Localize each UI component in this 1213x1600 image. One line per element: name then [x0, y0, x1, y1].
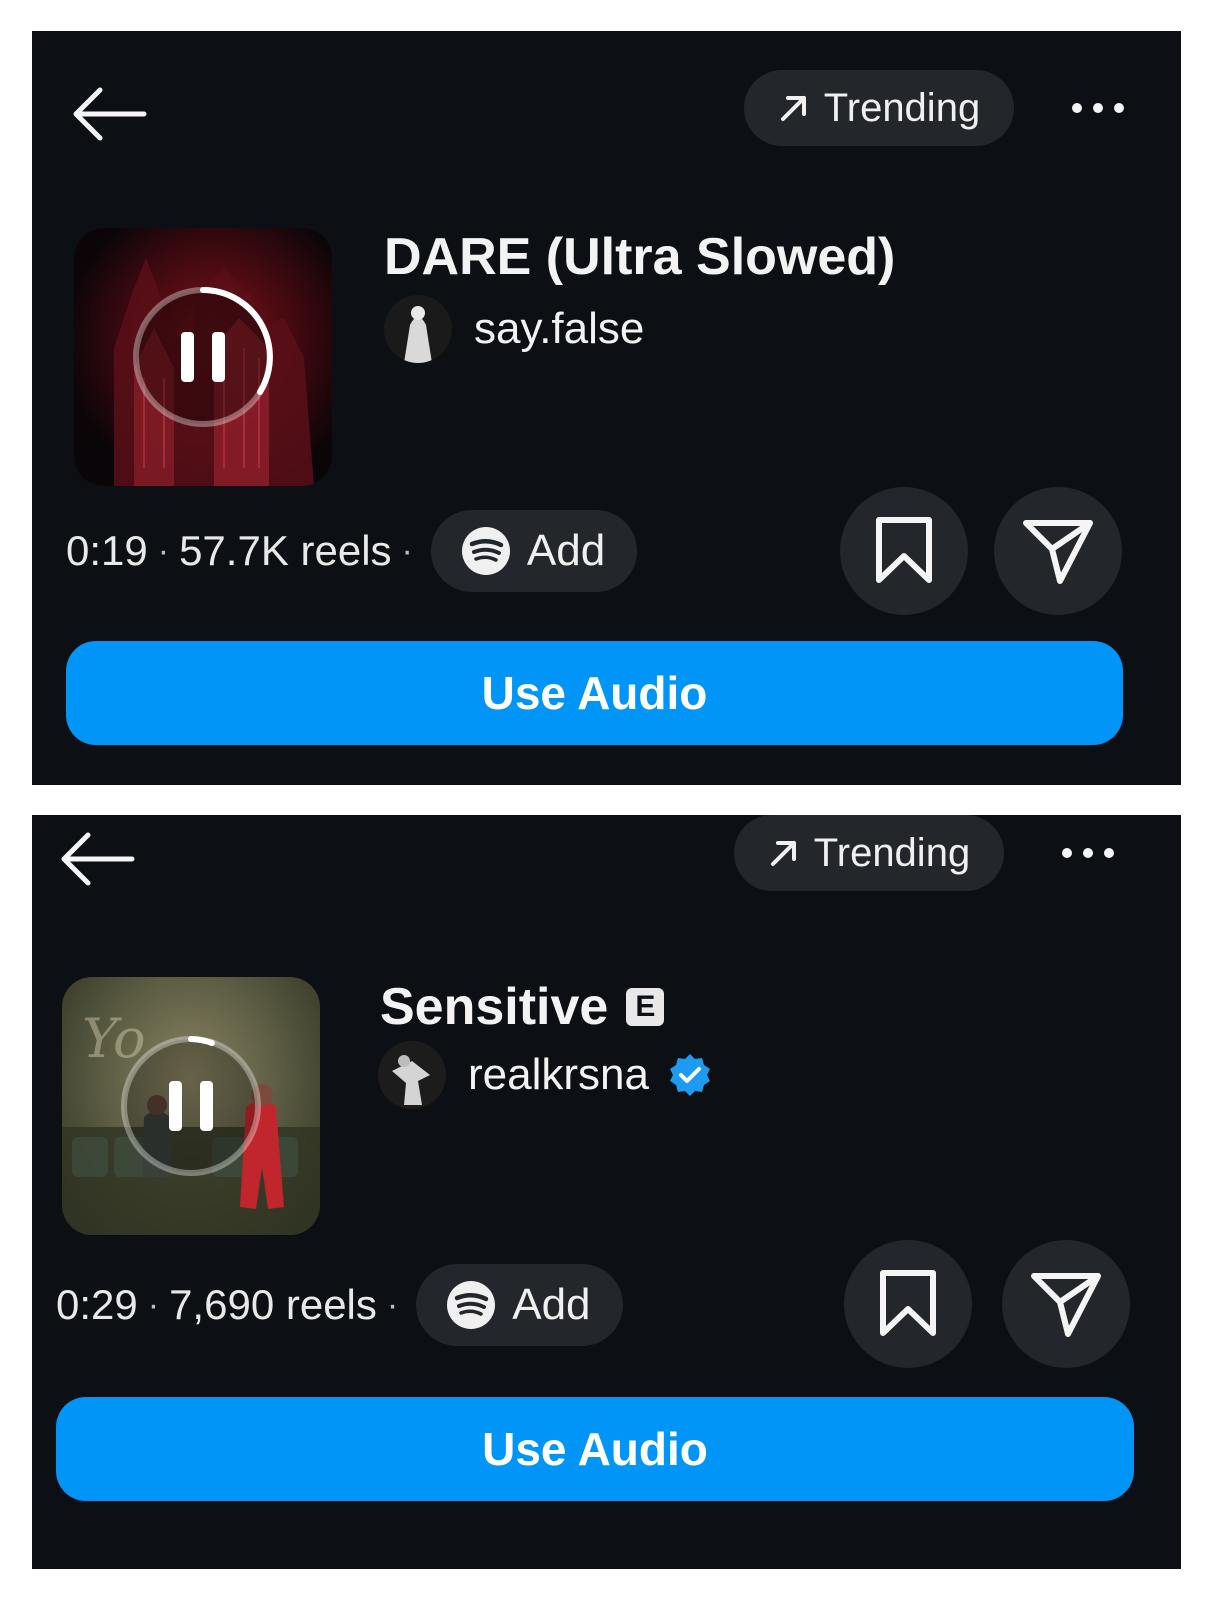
avatar: [384, 295, 452, 363]
separator-dot: ·: [386, 1285, 399, 1324]
trending-label: Trending: [813, 830, 971, 875]
use-audio-label: Use Audio: [482, 1423, 708, 1475]
artist-link[interactable]: say.false: [384, 295, 644, 363]
song-title: DARE (Ultra Slowed): [384, 227, 895, 287]
save-button[interactable]: [844, 1240, 972, 1368]
use-audio-button[interactable]: Use Audio: [66, 641, 1123, 745]
duration: 0:29: [56, 1281, 138, 1328]
song-title: Sensitive E: [380, 977, 665, 1037]
more-options-button[interactable]: [1062, 86, 1134, 130]
artist-name: realkrsna: [468, 1050, 649, 1099]
separator-dot: ·: [147, 1285, 160, 1324]
bookmark-icon: [880, 1270, 936, 1336]
audio-meta: 0:29 · 7,690 reels · Add: [56, 1263, 623, 1347]
add-to-spotify-button[interactable]: Add: [416, 1264, 623, 1346]
reels-count: 57.7K reels: [179, 527, 392, 574]
bookmark-icon: [876, 517, 932, 583]
add-label: Add: [526, 526, 606, 575]
arrow-up-right-icon: [770, 841, 796, 866]
arrow-left-icon: [61, 832, 135, 886]
separator-dot: ·: [157, 531, 170, 570]
add-to-spotify-button[interactable]: Add: [430, 510, 638, 592]
share-button[interactable]: [1002, 1240, 1130, 1368]
arrow-up-right-icon: [780, 96, 806, 121]
more-options-button[interactable]: [1052, 831, 1124, 875]
explicit-badge: E: [626, 988, 665, 1026]
artist-name: say.false: [474, 304, 645, 353]
spotify-icon: [447, 1281, 496, 1329]
artist-link[interactable]: realkrsna: [378, 1041, 713, 1109]
trending-label: Trending: [823, 85, 981, 130]
back-button[interactable]: [70, 86, 150, 142]
separator-dot: ·: [401, 531, 413, 570]
album-cover[interactable]: [74, 228, 332, 486]
verified-badge-icon: [669, 1054, 710, 1096]
more-horizontal-icon: [1062, 848, 1114, 858]
song-title-text: DARE (Ultra Slowed): [384, 228, 896, 286]
back-button[interactable]: [58, 831, 138, 887]
song-title-text: Sensitive: [380, 978, 609, 1036]
spotify-icon: [461, 527, 510, 575]
duration: 0:19: [66, 527, 148, 574]
pause-button[interactable]: [116, 1031, 266, 1181]
avatar: [378, 1041, 446, 1109]
share-button[interactable]: [994, 487, 1122, 615]
audio-meta: 0:19 · 57.7K reels · Add: [66, 509, 638, 593]
trending-button[interactable]: Trending: [734, 815, 1004, 891]
arrow-left-icon: [73, 87, 147, 141]
artist-avatar-image: [378, 1041, 446, 1109]
add-label: Add: [512, 1280, 591, 1329]
pause-button[interactable]: [128, 282, 278, 432]
album-cover[interactable]: Yo: [62, 977, 320, 1235]
audio-card-sensitive: Trending Yo Sensitive E realkrsna 0:29 ·…: [32, 815, 1181, 1569]
artist-avatar-image: [384, 295, 452, 363]
more-horizontal-icon: [1072, 103, 1124, 113]
save-button[interactable]: [840, 487, 968, 615]
use-audio-button[interactable]: Use Audio: [56, 1397, 1134, 1501]
send-icon: [1023, 520, 1093, 584]
trending-button[interactable]: Trending: [744, 70, 1014, 146]
send-icon: [1031, 1273, 1101, 1337]
use-audio-label: Use Audio: [481, 667, 708, 719]
reels-count: 7,690 reels: [169, 1281, 377, 1328]
audio-card-dare: Trending DARE (Ultra Slowed) say.false 0…: [32, 31, 1181, 785]
